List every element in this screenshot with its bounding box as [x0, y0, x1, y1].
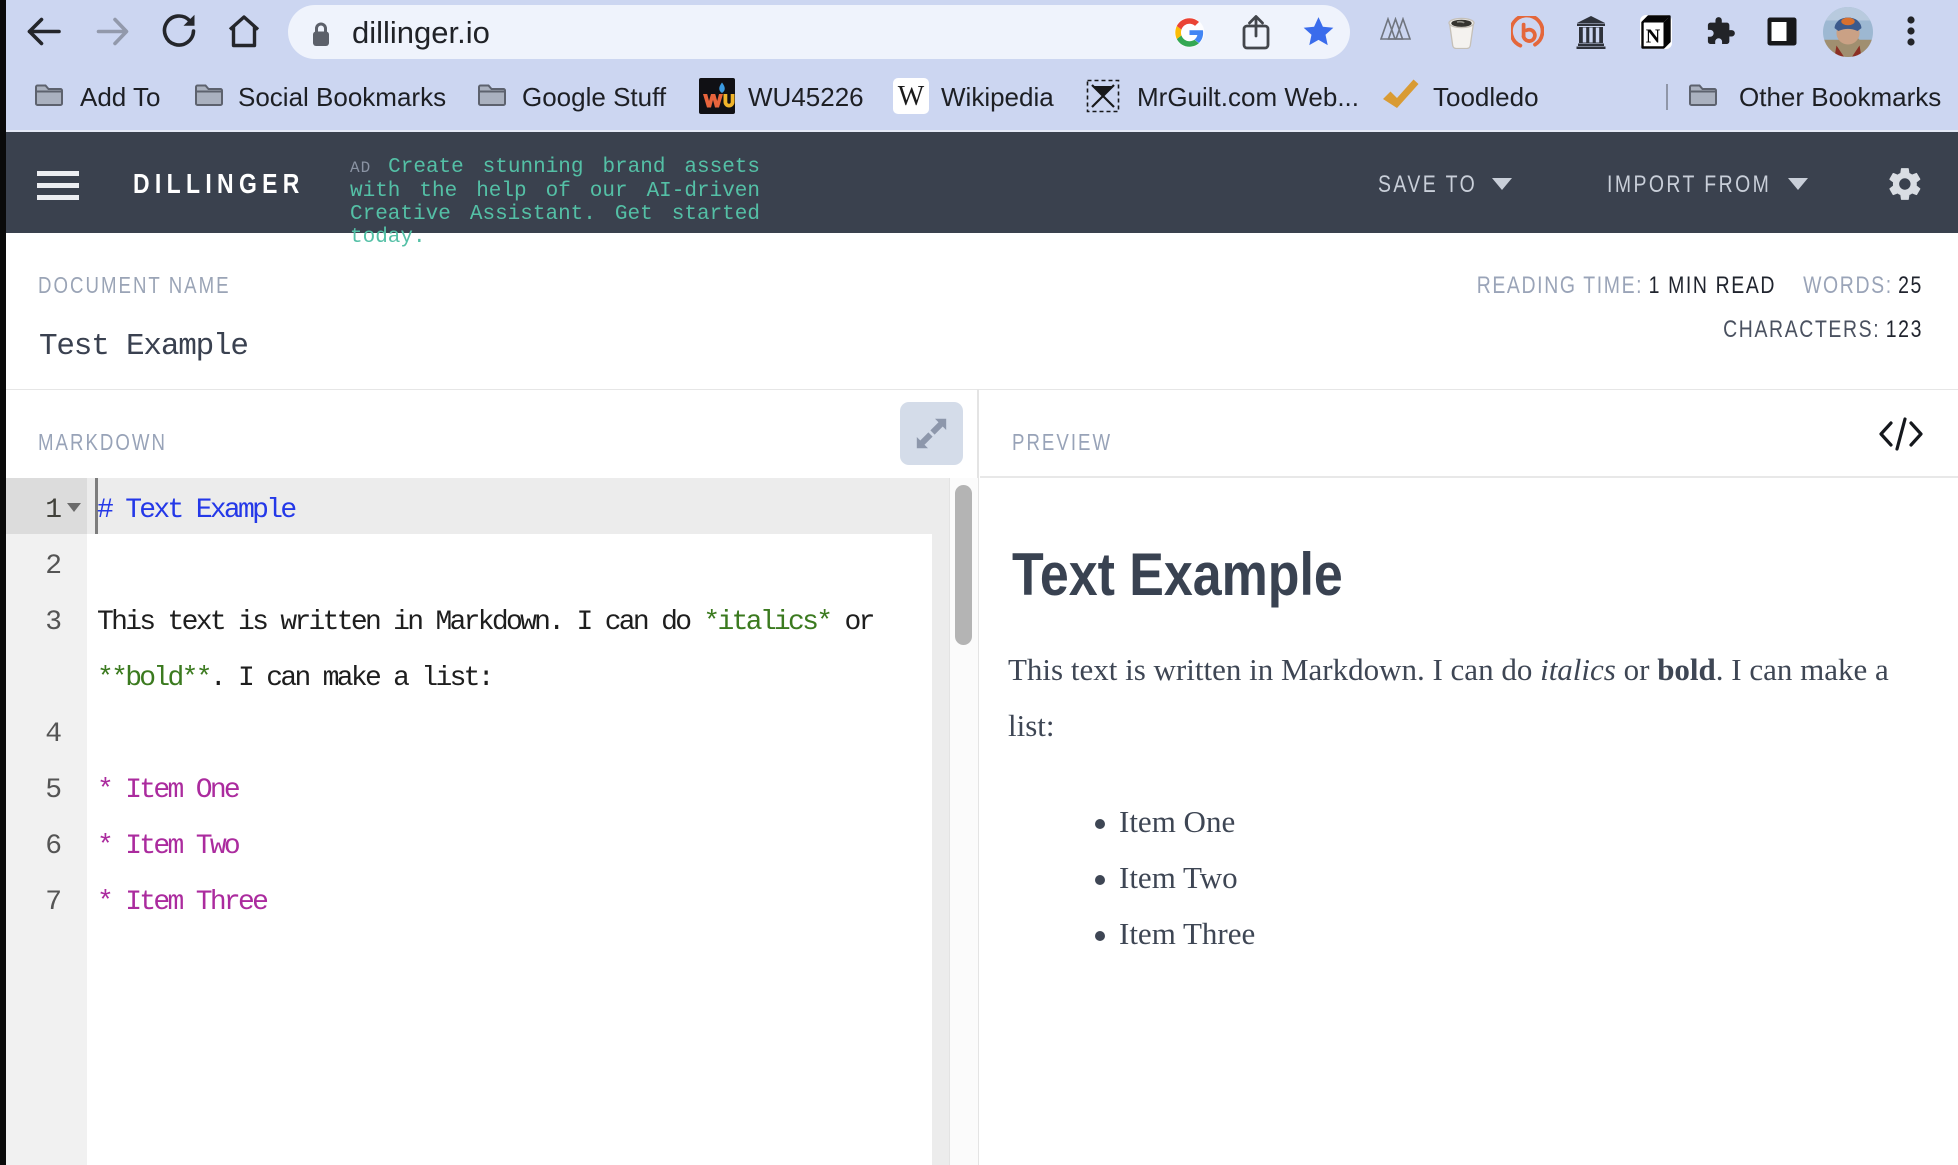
svg-text:N: N	[1646, 26, 1661, 48]
svg-text:W: W	[898, 81, 925, 112]
